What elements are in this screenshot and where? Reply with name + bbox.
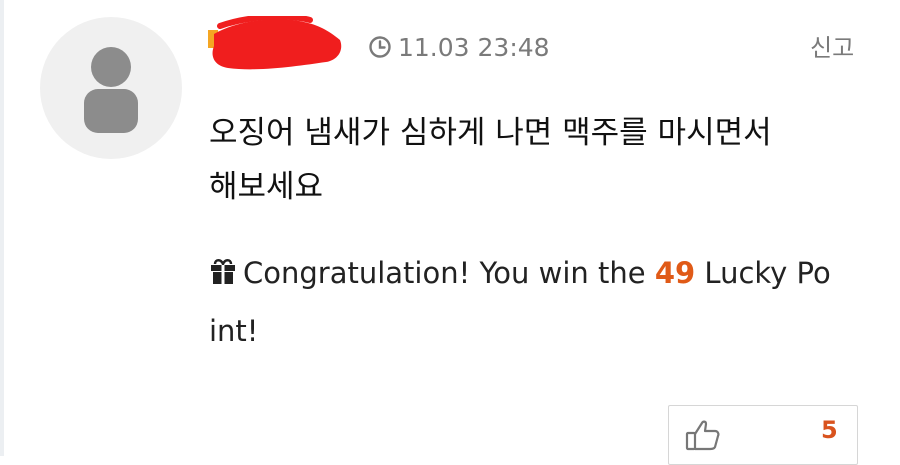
lucky-point-notice: Congratulation! You win the 49 Lucky Po …	[209, 244, 869, 360]
reward-text-tail: Lucky Po	[695, 256, 831, 290]
default-user-icon	[84, 47, 138, 133]
left-divider	[0, 0, 4, 456]
username-redacted[interactable]	[208, 16, 346, 74]
gift-icon	[211, 259, 235, 284]
avatar	[40, 17, 182, 159]
like-count: 5	[821, 416, 838, 444]
like-button[interactable]: 5	[668, 405, 858, 465]
lucky-point-value: 49	[654, 256, 696, 290]
comment-line: 해보세요	[209, 169, 324, 205]
redaction-scribble	[208, 16, 342, 70]
reward-line: Congratulation! You win the 49 Lucky Po	[209, 244, 869, 302]
comment-timestamp: 11.03 23:48	[368, 30, 550, 64]
comment-body: 오징어 냄새가 심하게 나면 맥주를 마시면서 해보세요	[209, 106, 869, 214]
comment-line: 오징어 냄새가 심하게 나면 맥주를 마시면서	[209, 115, 772, 151]
reward-line-2: int!	[209, 314, 259, 348]
reward-text: Congratulation! You win the	[243, 256, 655, 290]
thumbs-up-icon[interactable]	[685, 418, 721, 452]
timestamp-text: 11.03 23:48	[398, 32, 550, 62]
report-button[interactable]: 신고	[810, 28, 854, 63]
clock-icon	[369, 36, 391, 58]
